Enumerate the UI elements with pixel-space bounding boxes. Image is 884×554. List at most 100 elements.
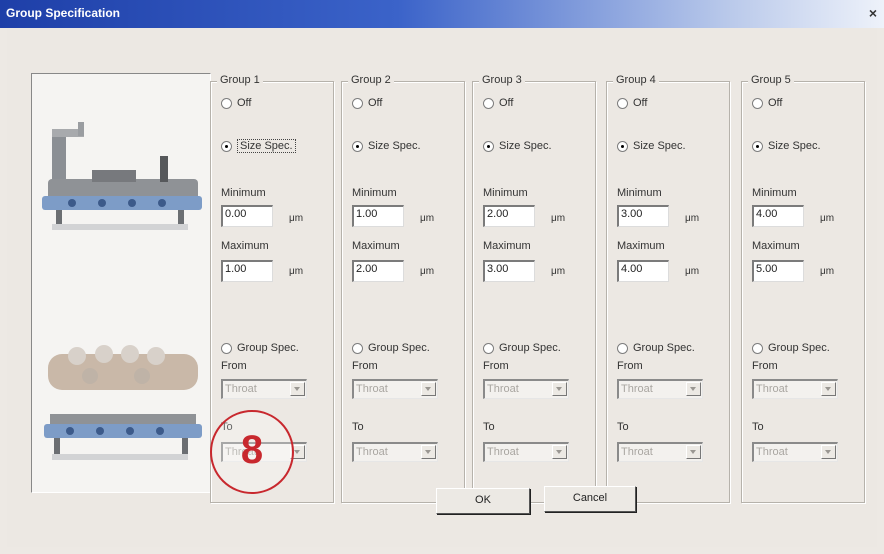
group-specification-dialog: Group Specification × Group 1 Off Size S… — [0, 0, 884, 554]
unit-label: μm — [551, 266, 566, 277]
to-select[interactable]: Throat — [483, 442, 569, 462]
size-spec-radio[interactable]: Size Spec. — [483, 139, 552, 153]
off-radio[interactable]: Off — [483, 96, 513, 110]
minimum-input[interactable]: 1.00 — [352, 205, 404, 227]
to-label: To — [617, 421, 629, 433]
chevron-down-icon[interactable] — [552, 445, 567, 459]
from-select[interactable]: Throat — [221, 379, 307, 399]
minimum-input[interactable]: 4.00 — [752, 205, 804, 227]
minimum-input[interactable]: 0.00 — [221, 205, 273, 227]
group-5-box: Group 5 Off Size Spec. Minimum 4.00 μm M… — [741, 74, 865, 503]
unit-label: μm — [420, 213, 435, 224]
radio-checked-icon — [752, 140, 763, 152]
maximum-input[interactable]: 4.00 — [617, 260, 669, 282]
product-image-panel — [31, 73, 211, 493]
maximum-input[interactable]: 2.00 — [352, 260, 404, 282]
minimum-label: Minimum — [752, 187, 797, 199]
maximum-input[interactable]: 5.00 — [752, 260, 804, 282]
radio-icon — [221, 97, 232, 109]
title-bar[interactable]: Group Specification × — [0, 0, 884, 28]
to-select[interactable]: Throat — [352, 442, 438, 462]
size-spec-radio[interactable]: Size Spec. — [752, 139, 821, 153]
unit-label: μm — [289, 266, 304, 277]
minimum-label: Minimum — [221, 187, 266, 199]
from-select[interactable]: Throat — [617, 379, 703, 399]
minimum-label: Minimum — [352, 187, 397, 199]
size-spec-radio[interactable]: Size Spec. — [352, 139, 421, 153]
radio-checked-icon — [352, 140, 363, 152]
chevron-down-icon[interactable] — [421, 382, 436, 396]
radio-icon — [352, 97, 363, 109]
from-label: From — [617, 360, 643, 372]
chevron-down-icon[interactable] — [421, 445, 436, 459]
radio-icon — [752, 342, 763, 354]
group-title: Group 4 — [613, 74, 659, 86]
chevron-down-icon[interactable] — [552, 382, 567, 396]
size-spec-radio[interactable]: Size Spec. — [617, 139, 686, 153]
radio-icon — [617, 97, 628, 109]
to-select[interactable]: Throat — [617, 442, 703, 462]
to-label: To — [483, 421, 495, 433]
unit-label: μm — [820, 266, 835, 277]
chevron-down-icon[interactable] — [821, 445, 836, 459]
group-4-box: Group 4 Off Size Spec. Minimum 3.00 μm M… — [606, 74, 730, 503]
from-select[interactable]: Throat — [752, 379, 838, 399]
size-spec-radio[interactable]: Size Spec. — [221, 139, 296, 153]
chevron-down-icon[interactable] — [821, 382, 836, 396]
from-label: From — [221, 360, 247, 372]
radio-icon — [483, 342, 494, 354]
group-2-box: Group 2 Off Size Spec. Minimum 1.00 μm M… — [341, 74, 465, 503]
from-label: From — [352, 360, 378, 372]
minimum-label: Minimum — [617, 187, 662, 199]
group-spec-radio[interactable]: Group Spec. — [483, 341, 561, 355]
group-spec-radio[interactable]: Group Spec. — [752, 341, 830, 355]
group-title: Group 2 — [348, 74, 394, 86]
group-3-box: Group 3 Off Size Spec. Minimum 2.00 μm M… — [472, 74, 596, 503]
from-select[interactable]: Throat — [483, 379, 569, 399]
minimum-input[interactable]: 3.00 — [617, 205, 669, 227]
off-radio[interactable]: Off — [352, 96, 382, 110]
group-spec-radio[interactable]: Group Spec. — [221, 341, 299, 355]
radio-icon — [221, 342, 232, 354]
maximum-label: Maximum — [752, 240, 800, 252]
from-label: From — [752, 360, 778, 372]
group-title: Group 3 — [479, 74, 525, 86]
radio-icon — [752, 97, 763, 109]
group-title: Group 5 — [748, 74, 794, 86]
unit-label: μm — [420, 266, 435, 277]
sensor-assembly-image-side — [42, 122, 202, 230]
close-icon[interactable]: × — [866, 5, 880, 21]
chevron-down-icon[interactable] — [290, 382, 305, 396]
radio-icon — [617, 342, 628, 354]
cancel-button[interactable]: Cancel — [544, 486, 636, 512]
unit-label: μm — [289, 213, 304, 224]
maximum-label: Maximum — [617, 240, 665, 252]
radio-checked-icon — [221, 140, 232, 152]
radio-checked-icon — [617, 140, 628, 152]
maximum-label: Maximum — [352, 240, 400, 252]
ok-button[interactable]: OK — [436, 488, 530, 514]
unit-label: μm — [551, 213, 566, 224]
to-label: To — [352, 421, 364, 433]
group-title: Group 1 — [217, 74, 263, 86]
unit-label: μm — [685, 266, 700, 277]
radio-icon — [483, 97, 494, 109]
minimum-input[interactable]: 2.00 — [483, 205, 535, 227]
off-radio[interactable]: Off — [752, 96, 782, 110]
dialog-client-area: Group 1 Off Size Spec. Minimum 0.00 μm M… — [7, 28, 877, 547]
to-select[interactable]: Throat — [752, 442, 838, 462]
from-label: From — [483, 360, 509, 372]
off-radio[interactable]: Off — [221, 96, 251, 110]
chevron-down-icon[interactable] — [686, 382, 701, 396]
group-spec-radio[interactable]: Group Spec. — [617, 341, 695, 355]
window-title: Group Specification — [6, 6, 121, 20]
radio-checked-icon — [483, 140, 494, 152]
chevron-down-icon[interactable] — [686, 445, 701, 459]
maximum-label: Maximum — [221, 240, 269, 252]
maximum-input[interactable]: 1.00 — [221, 260, 273, 282]
off-radio[interactable]: Off — [617, 96, 647, 110]
group-spec-radio[interactable]: Group Spec. — [352, 341, 430, 355]
from-select[interactable]: Throat — [352, 379, 438, 399]
maximum-input[interactable]: 3.00 — [483, 260, 535, 282]
minimum-label: Minimum — [483, 187, 528, 199]
